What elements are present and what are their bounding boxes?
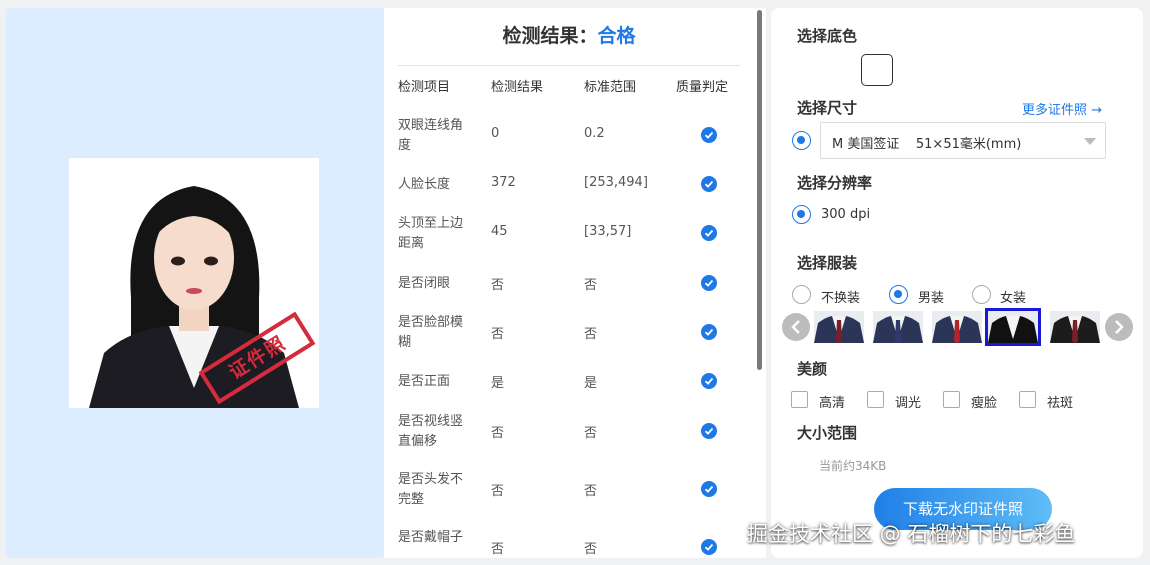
result-value: 0 bbox=[491, 126, 500, 141]
results-scrollbar[interactable] bbox=[754, 8, 766, 558]
result-item: 是否视线竖直偏移 bbox=[398, 414, 464, 449]
dpi-radio-300[interactable] bbox=[792, 205, 811, 224]
result-item: 是否正面 bbox=[398, 374, 451, 389]
check-circle-icon bbox=[701, 423, 717, 439]
result-range: 否 bbox=[584, 426, 598, 441]
beauty-checkbox-slim[interactable] bbox=[943, 391, 960, 408]
result-value: 否 bbox=[491, 278, 505, 293]
suit-next-button[interactable] bbox=[1105, 313, 1133, 341]
result-value: 否 bbox=[491, 327, 505, 342]
beauty-option-light: 调光 bbox=[895, 396, 922, 411]
bg-color-swatch-white[interactable] bbox=[861, 54, 893, 86]
chevron-left-icon bbox=[791, 320, 800, 334]
site-watermark: 掘金技术社区 @ 石榴树下的七彩鱼 bbox=[747, 522, 1076, 546]
suit-option-2[interactable] bbox=[873, 311, 923, 343]
result-value: 否 bbox=[491, 484, 505, 499]
results-status: 合格 bbox=[597, 25, 636, 47]
result-value: 是 bbox=[491, 376, 505, 391]
arrow-right-icon: → bbox=[1091, 103, 1103, 118]
result-range: [253,494] bbox=[584, 175, 648, 190]
result-item: 是否脸部模糊 bbox=[398, 315, 464, 350]
bg-color-label: 选择底色 bbox=[797, 27, 858, 45]
result-range: 否 bbox=[584, 327, 598, 342]
beauty-option-hd: 高清 bbox=[819, 396, 846, 411]
scrollbar-thumb[interactable] bbox=[757, 10, 762, 370]
clothing-option-men: 男装 bbox=[918, 291, 945, 306]
result-item: 是否头发不完整 bbox=[398, 472, 464, 507]
beauty-checkbox-hd[interactable] bbox=[791, 391, 808, 408]
header-result: 检测结果 bbox=[491, 80, 544, 95]
more-id-photos-link[interactable]: 更多证件照 → bbox=[1022, 99, 1102, 118]
check-circle-icon bbox=[701, 127, 717, 143]
header-range: 标准范围 bbox=[584, 80, 637, 95]
chevron-right-icon bbox=[1115, 320, 1124, 334]
check-circle-icon bbox=[701, 275, 717, 291]
suit-option-3[interactable] bbox=[932, 311, 982, 343]
result-range: 是 bbox=[584, 376, 598, 391]
result-value: 否 bbox=[491, 542, 505, 557]
check-circle-icon bbox=[701, 176, 717, 192]
size-radio[interactable] bbox=[792, 131, 811, 150]
check-circle-icon bbox=[701, 373, 717, 389]
beauty-checkbox-light[interactable] bbox=[867, 391, 884, 408]
result-range: [33,57] bbox=[584, 224, 632, 239]
check-circle-icon bbox=[701, 225, 717, 241]
results-title: 检测结果：合格 bbox=[398, 22, 740, 66]
header-item: 检测项目 bbox=[398, 80, 451, 95]
beauty-checkbox-spot[interactable] bbox=[1019, 391, 1036, 408]
beauty-label: 美颜 bbox=[797, 360, 828, 378]
size-select[interactable]: M 美国签证 51×51毫米(mm) bbox=[820, 122, 1106, 159]
result-range: 否 bbox=[584, 542, 598, 557]
result-item: 是否戴帽子 bbox=[398, 530, 464, 545]
result-item: 双眼连线角度 bbox=[398, 118, 464, 153]
results-title-prefix: 检测结果： bbox=[502, 25, 598, 47]
check-circle-icon bbox=[701, 481, 717, 497]
header-judgement: 质量判定 bbox=[676, 80, 729, 95]
dpi-label: 选择分辨率 bbox=[797, 174, 873, 192]
portrait-illustration bbox=[89, 186, 316, 408]
result-item: 是否闭眼 bbox=[398, 276, 451, 291]
clothing-option-women: 女装 bbox=[1000, 291, 1027, 306]
detection-results-panel: 检测结果：合格 检测项目 检测结果 标准范围 质量判定 双眼连线角度 0 0.2 人脸… bbox=[384, 8, 754, 558]
clothing-radio-men[interactable] bbox=[889, 285, 908, 304]
result-value: 45 bbox=[491, 224, 508, 239]
settings-panel: 选择底色 选择尺寸 更多证件照 → M 美国签证 51×51毫米(mm) 选择分… bbox=[771, 8, 1143, 558]
suit-option-4[interactable] bbox=[985, 308, 1041, 346]
result-range: 0.2 bbox=[584, 126, 605, 141]
suit-option-5[interactable] bbox=[1050, 311, 1100, 343]
current-size-text: 当前约34KB bbox=[819, 459, 887, 473]
photo-preview-panel: 证件照 bbox=[6, 8, 384, 558]
result-value: 否 bbox=[491, 426, 505, 441]
more-link-label: 更多证件照 bbox=[1022, 103, 1088, 118]
id-photo: 证件照 bbox=[69, 158, 319, 408]
size-label: 选择尺寸 bbox=[797, 99, 858, 117]
size-range-label: 大小范围 bbox=[797, 424, 858, 442]
size-select-value: M 美国签证 51×51毫米(mm) bbox=[832, 137, 1022, 152]
dpi-value: 300 dpi bbox=[821, 207, 871, 222]
suit-option-1[interactable] bbox=[814, 311, 864, 343]
result-range: 否 bbox=[584, 278, 598, 293]
check-circle-icon bbox=[701, 324, 717, 340]
clothing-label: 选择服装 bbox=[797, 254, 858, 272]
result-item: 头顶至上边距离 bbox=[398, 216, 464, 251]
result-value: 372 bbox=[491, 175, 516, 190]
result-range: 否 bbox=[584, 484, 598, 499]
check-circle-icon bbox=[701, 539, 717, 555]
suit-prev-button[interactable] bbox=[782, 313, 810, 341]
clothing-option-none: 不换装 bbox=[821, 291, 861, 306]
clothing-radio-none[interactable] bbox=[792, 285, 811, 304]
beauty-option-slim: 瘦脸 bbox=[971, 396, 998, 411]
beauty-option-spot: 祛斑 bbox=[1047, 396, 1074, 411]
dropdown-arrow-icon bbox=[1084, 138, 1096, 145]
result-item: 人脸长度 bbox=[398, 177, 451, 192]
clothing-radio-women[interactable] bbox=[972, 285, 991, 304]
